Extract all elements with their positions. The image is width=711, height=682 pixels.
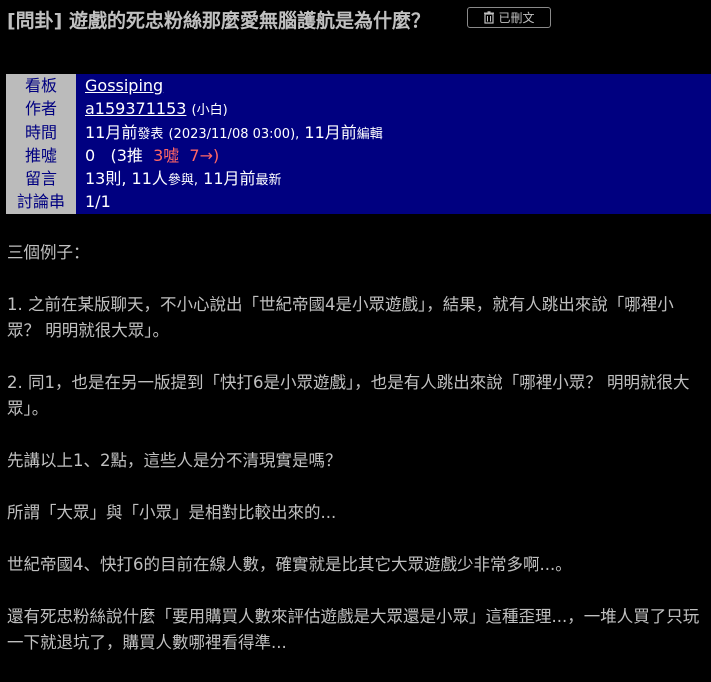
trash-icon xyxy=(484,11,495,24)
votes-push: (3推 xyxy=(110,145,143,165)
author-value-cell: a159371153 (小白) xyxy=(76,97,711,121)
thread-value-cell: 1/1 xyxy=(76,190,711,214)
meta-row-comments: 留言 13則, 11人參與, 11月前最新 xyxy=(6,167,711,191)
comments-latest-word: 最新 xyxy=(255,173,282,189)
post-title: [問卦] 遊戲的死忠粉絲那麼愛無腦護航是為什麼？ xyxy=(7,10,430,32)
time-edit-relative: 11月前 xyxy=(304,122,357,142)
comments-value-cell: 13則, 11人參與, 11月前最新 xyxy=(76,167,711,191)
author-label: 作者 xyxy=(6,97,76,121)
comments-count: 13則, xyxy=(85,169,127,189)
votes-total: 0 xyxy=(85,145,96,165)
body-paragraph: 三個例子： xyxy=(7,243,90,262)
body-paragraph: 先講以上1、2點，這些人是分不清現實是嗎？ xyxy=(7,451,342,470)
board-value-cell: Gossiping xyxy=(76,74,711,98)
body-paragraph: 世紀帝國4、快打6的目前在線人數，確實就是比其它大眾遊戲少非常多啊...。 xyxy=(7,555,572,574)
post-meta-table: 看板 Gossiping 作者 a159371153 (小白) 時間 11月前發… xyxy=(6,74,711,214)
time-absolute: (2023/11/08 03:00), xyxy=(168,126,300,142)
time-label: 時間 xyxy=(6,120,76,144)
votes-value-cell: 0 (3推 3噓 7→) xyxy=(76,143,711,168)
title-row: [問卦] 遊戲的死忠粉絲那麼愛無腦護航是為什麼？ 已刪文 xyxy=(0,0,711,40)
comments-people: 11人 xyxy=(131,169,168,189)
comments-latest: 11月前 xyxy=(203,169,256,189)
thread-label: 討論串 xyxy=(6,190,76,214)
thread-value: 1/1 xyxy=(85,192,111,212)
meta-row-time: 時間 11月前發表 (2023/11/08 03:00), 11月前編輯 xyxy=(6,120,711,144)
time-value-cell: 11月前發表 (2023/11/08 03:00), 11月前編輯 xyxy=(76,120,711,144)
author-nick: (小白) xyxy=(191,103,228,119)
comments-label: 留言 xyxy=(6,167,76,191)
board-label: 看板 xyxy=(6,74,76,98)
meta-row-board: 看板 Gossiping xyxy=(6,74,711,98)
meta-row-votes: 推噓 0 (3推 3噓 7→) xyxy=(6,143,711,168)
deleted-post-label: 已刪文 xyxy=(498,11,535,25)
author-link[interactable]: a159371153 xyxy=(85,99,186,118)
deleted-post-button[interactable]: 已刪文 xyxy=(467,7,551,28)
votes-arrow: 7→) xyxy=(189,145,220,165)
post-body: 三個例子： 1. 之前在某版聊天，不小心說出「世紀帝國4是小眾遊戲」，結果，就有… xyxy=(7,240,705,682)
comments-people-word: 參與, xyxy=(167,173,199,189)
time-posted-word: 發表 xyxy=(137,126,164,142)
votes-label: 推噓 xyxy=(6,143,76,168)
time-edit-word: 編輯 xyxy=(356,126,383,142)
body-paragraph: 還有死忠粉絲說什麼「要用購買人數來評估遊戲是大眾還是小眾」這種歪理...，一堆人… xyxy=(7,607,700,652)
body-paragraph: 1. 之前在某版聊天，不小心說出「世紀帝國4是小眾遊戲」，結果，就有人跳出來說「… xyxy=(7,295,674,340)
meta-row-thread: 討論串 1/1 xyxy=(6,190,711,214)
board-link[interactable]: Gossiping xyxy=(85,76,163,95)
body-paragraph: 2. 同1，也是在另一版提到「快打6是小眾遊戲」，也是有人跳出來說「哪裡小眾？ … xyxy=(7,373,690,418)
body-paragraph: 所謂「大眾」與「小眾」是相對比較出來的... xyxy=(7,503,337,522)
meta-row-author: 作者 a159371153 (小白) xyxy=(6,97,711,121)
votes-boo: 3噓 xyxy=(153,145,180,165)
time-relative: 11月前 xyxy=(85,122,138,142)
